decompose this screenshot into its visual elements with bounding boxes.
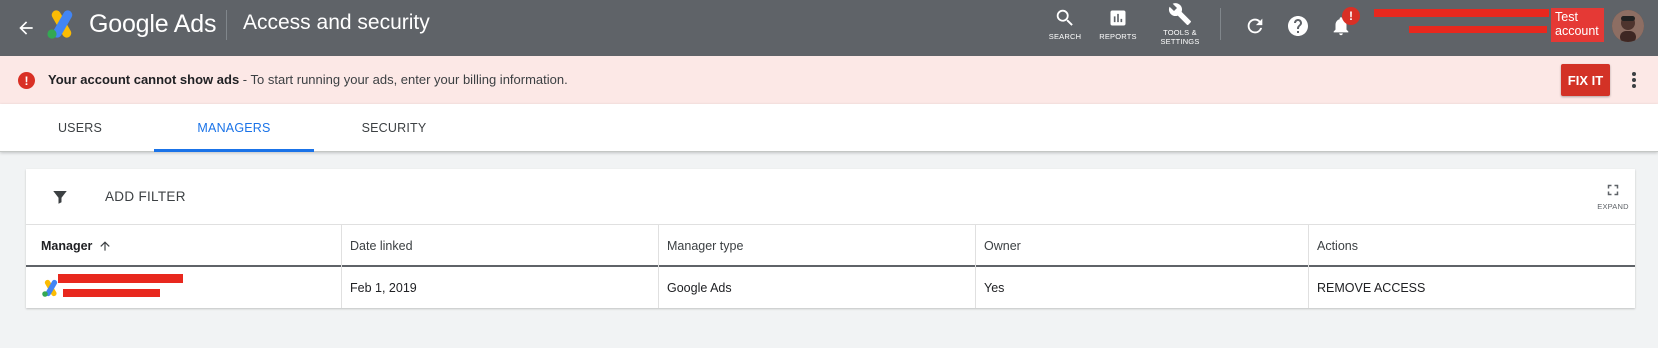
notification-badge: ! — [1342, 7, 1360, 25]
table-row: Feb 1, 2019 Google Ads Yes REMOVE ACCESS — [26, 267, 1635, 308]
table-header: Manager Date linked Manager type Owner A… — [26, 225, 1635, 267]
column-header-manager-type[interactable]: Manager type — [659, 225, 976, 267]
expand-button[interactable]: EXPAND — [1593, 181, 1633, 215]
redacted-manager-name — [58, 274, 183, 283]
product-name: Google Ads — [89, 10, 217, 38]
help-icon[interactable] — [1284, 12, 1312, 40]
banner-message: Your account cannot show ads - To start … — [48, 72, 568, 87]
redacted-account-id — [1409, 26, 1547, 33]
header-divider — [226, 10, 227, 40]
avatar[interactable] — [1612, 10, 1644, 42]
tab-managers[interactable]: MANAGERS — [154, 104, 314, 152]
tab-security[interactable]: SECURITY — [314, 104, 474, 152]
column-header-manager[interactable]: Manager — [26, 225, 342, 267]
reports-icon — [1108, 4, 1128, 32]
search-tool-label: SEARCH — [1048, 32, 1082, 41]
reports-tool[interactable]: REPORTS — [1086, 4, 1150, 50]
filter-bar: ADD FILTER EXPAND — [26, 169, 1635, 225]
fullscreen-icon — [1607, 184, 1619, 196]
google-ads-logo-icon[interactable] — [46, 9, 78, 39]
expand-label: EXPAND — [1597, 202, 1629, 211]
banner-text: - To start running your ads, enter your … — [239, 72, 568, 87]
remove-access-button[interactable]: REMOVE ACCESS — [1309, 267, 1635, 308]
filter-icon[interactable] — [51, 188, 69, 206]
wrench-icon — [1168, 0, 1192, 28]
test-account-badge[interactable]: Test account — [1551, 8, 1604, 42]
more-vert-icon[interactable] — [1628, 70, 1640, 90]
date-linked-cell: Feb 1, 2019 — [342, 267, 659, 308]
tools-settings-label: TOOLS & SETTINGS — [1160, 28, 1200, 46]
managers-table-card: ADD FILTER EXPAND Manager Date linked Ma… — [26, 169, 1635, 308]
manager-cell — [26, 267, 342, 308]
banner-title: Your account cannot show ads — [48, 72, 240, 87]
header-separator — [1220, 8, 1221, 40]
manager-type-cell: Google Ads — [659, 267, 976, 308]
top-app-bar: Google Ads Access and security SEARCH RE… — [0, 0, 1658, 56]
search-icon — [1054, 4, 1076, 32]
tab-users[interactable]: USERS — [0, 104, 160, 152]
tools-settings-tool[interactable]: TOOLS & SETTINGS — [1148, 0, 1212, 46]
column-header-date-linked[interactable]: Date linked — [342, 225, 659, 267]
tab-bar: USERS MANAGERS SECURITY — [0, 104, 1658, 152]
billing-alert-banner: ! Your account cannot show ads - To star… — [0, 56, 1658, 104]
fix-it-button[interactable]: FIX IT — [1561, 64, 1610, 96]
back-arrow-icon[interactable] — [12, 14, 40, 42]
refresh-icon[interactable] — [1241, 12, 1269, 40]
reports-tool-label: REPORTS — [1099, 32, 1137, 41]
redacted-account-name — [1374, 9, 1549, 17]
column-header-owner[interactable]: Owner — [976, 225, 1309, 267]
add-filter-button[interactable]: ADD FILTER — [105, 189, 186, 204]
page-title: Access and security — [243, 11, 430, 34]
redacted-manager-id — [63, 289, 160, 297]
column-header-manager-label: Manager — [41, 239, 93, 253]
sort-ascending-icon[interactable] — [98, 239, 112, 253]
column-header-actions: Actions — [1317, 239, 1358, 253]
error-icon: ! — [18, 72, 35, 89]
owner-cell: Yes — [976, 267, 1309, 308]
